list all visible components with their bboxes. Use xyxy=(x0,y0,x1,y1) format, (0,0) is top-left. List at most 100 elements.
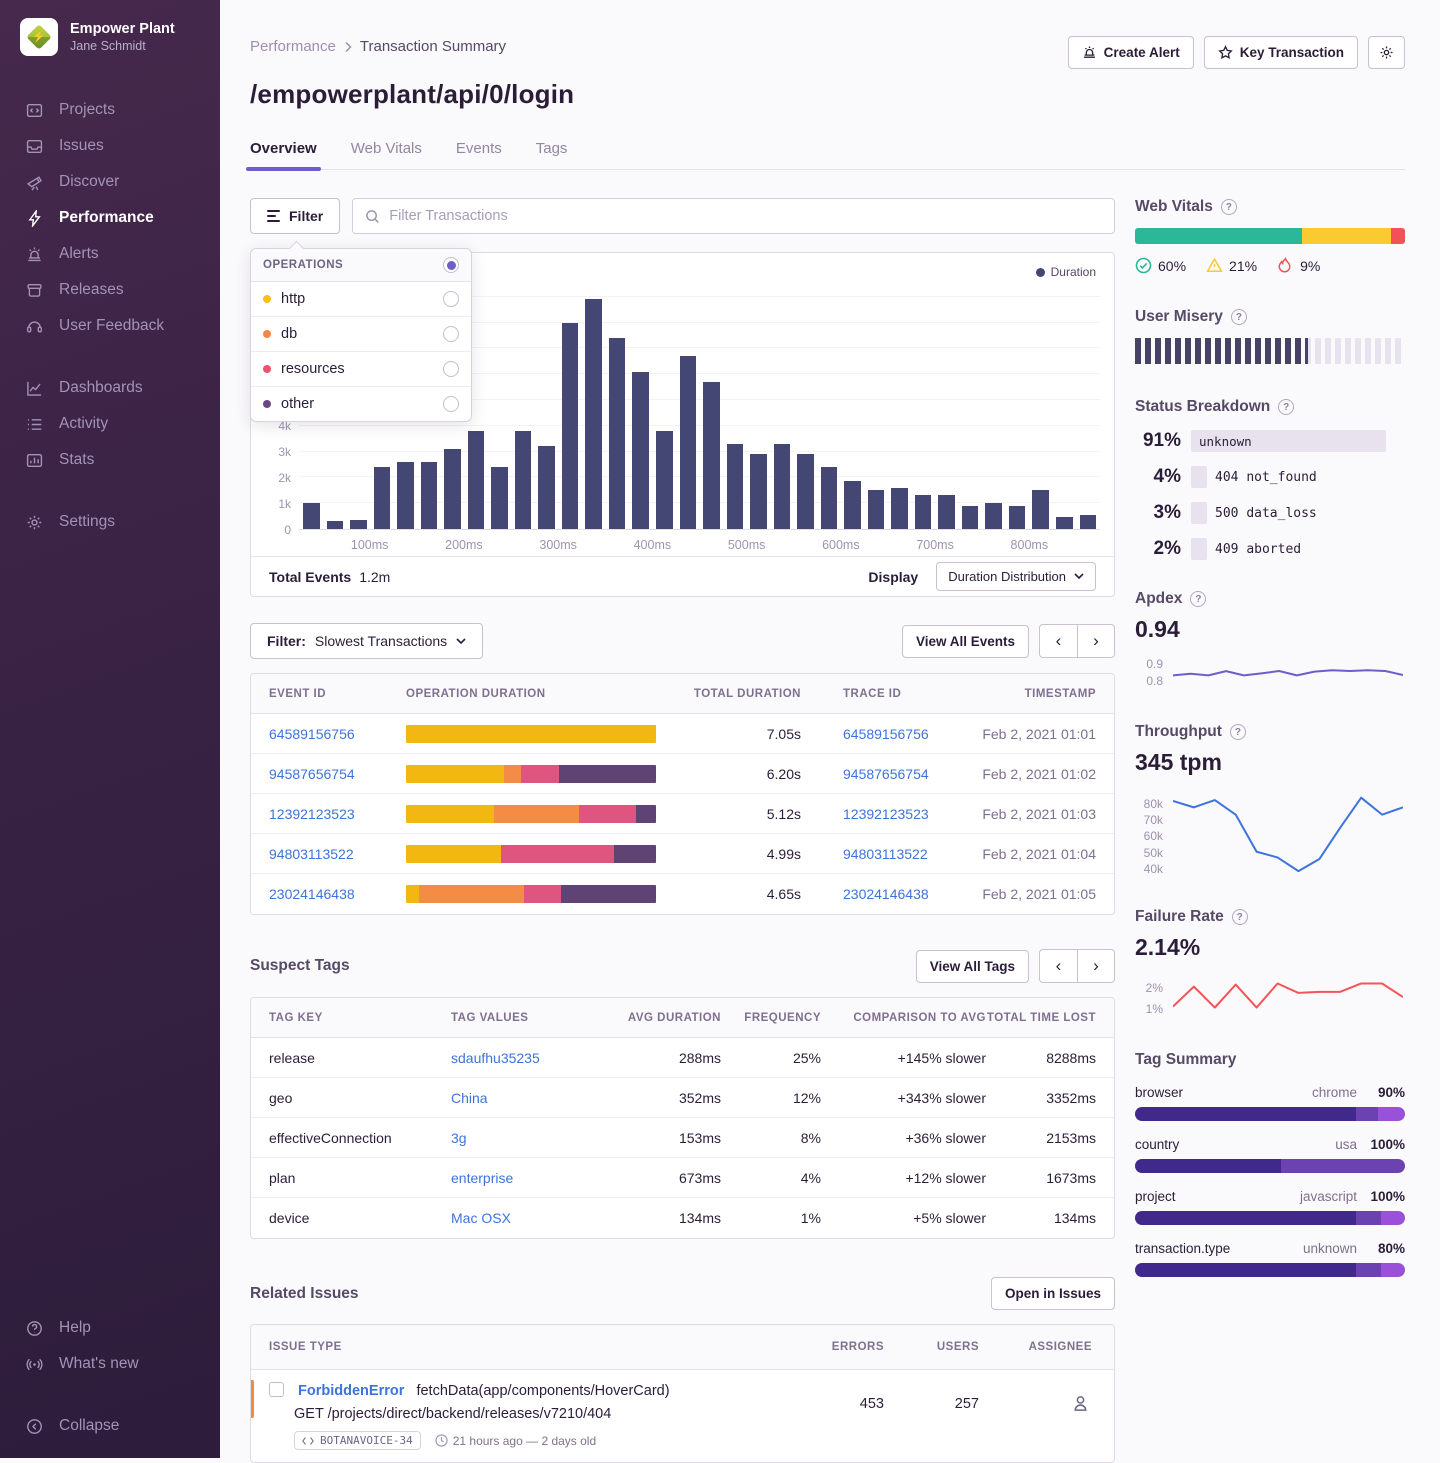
tag-value-link[interactable]: enterprise xyxy=(451,1170,513,1186)
prev-page-button[interactable]: ‹ xyxy=(1039,624,1077,658)
search-input[interactable] xyxy=(389,208,1102,224)
trace-id-link[interactable]: 94587656754 xyxy=(843,766,929,782)
histogram-bar[interactable] xyxy=(444,449,461,529)
histogram-bar[interactable] xyxy=(703,382,720,529)
histogram-bar[interactable] xyxy=(538,446,555,529)
sidebar-item-alerts[interactable]: Alerts xyxy=(0,236,220,272)
tag-value-link[interactable]: 3g xyxy=(451,1130,467,1146)
histogram-bar[interactable] xyxy=(821,467,838,529)
histogram-bar[interactable] xyxy=(774,444,791,529)
histogram-bar[interactable] xyxy=(350,520,367,529)
histogram-bar[interactable] xyxy=(1009,506,1026,529)
create-alert-button[interactable]: Create Alert xyxy=(1068,36,1194,69)
settings-button[interactable] xyxy=(1368,36,1405,69)
view-all-events-button[interactable]: View All Events xyxy=(902,625,1029,658)
breadcrumb-performance[interactable]: Performance xyxy=(250,38,336,55)
histogram-bar[interactable] xyxy=(915,495,932,529)
histogram-bar[interactable] xyxy=(727,444,744,529)
events-filter-select[interactable]: Filter: Slowest Transactions xyxy=(250,623,483,659)
histogram-bar[interactable] xyxy=(680,356,697,529)
http-radio[interactable] xyxy=(443,291,459,307)
assignee-person-icon[interactable] xyxy=(1071,1394,1090,1413)
filter-button[interactable]: Filter xyxy=(250,198,340,234)
question-icon[interactable]: ? xyxy=(1190,591,1206,607)
question-icon[interactable]: ? xyxy=(1231,309,1247,325)
histogram-bar[interactable] xyxy=(397,462,414,529)
sidebar-item-issues[interactable]: Issues xyxy=(0,128,220,164)
histogram-bar[interactable] xyxy=(750,454,767,529)
histogram-bar[interactable] xyxy=(468,431,485,529)
question-icon[interactable]: ? xyxy=(1278,399,1294,415)
histogram-bar[interactable] xyxy=(327,521,344,529)
sidebar-item-stats[interactable]: Stats xyxy=(0,442,220,478)
tab-tags[interactable]: Tags xyxy=(536,140,568,169)
other-radio[interactable] xyxy=(443,396,459,412)
operations-all-radio[interactable] xyxy=(443,257,459,273)
operations-item-other[interactable]: other xyxy=(251,387,471,421)
histogram-bar[interactable] xyxy=(844,481,861,529)
histogram-bar[interactable] xyxy=(303,503,320,529)
sidebar-item-projects[interactable]: Projects xyxy=(0,92,220,128)
trace-id-link[interactable]: 12392123523 xyxy=(843,806,929,822)
question-icon[interactable]: ? xyxy=(1232,909,1248,925)
operations-item-db[interactable]: db xyxy=(251,317,471,352)
histogram-bar[interactable] xyxy=(962,506,979,529)
histogram-bar[interactable] xyxy=(938,495,955,529)
next-page-button[interactable]: › xyxy=(1077,949,1115,983)
event-id-link[interactable]: 94803113522 xyxy=(269,846,354,862)
event-id-link[interactable]: 23024146438 xyxy=(269,886,355,902)
sidebar-item-collapse[interactable]: Collapse xyxy=(0,1408,220,1444)
operations-item-resources[interactable]: resources xyxy=(251,352,471,387)
histogram-bar[interactable] xyxy=(891,488,908,529)
histogram-bar[interactable] xyxy=(374,467,391,529)
histogram-bar[interactable] xyxy=(797,454,814,529)
histogram-bar[interactable] xyxy=(1032,490,1049,529)
trace-id-link[interactable]: 23024146438 xyxy=(843,886,929,902)
event-id-link[interactable]: 64589156756 xyxy=(269,726,355,742)
next-page-button[interactable]: › xyxy=(1077,624,1115,658)
sidebar-item-whats-new[interactable]: What's new xyxy=(0,1346,220,1382)
resources-radio[interactable] xyxy=(443,361,459,377)
prev-page-button[interactable]: ‹ xyxy=(1039,949,1077,983)
histogram-bar[interactable] xyxy=(421,462,438,529)
event-id-link[interactable]: 94587656754 xyxy=(269,766,355,782)
issue-checkbox[interactable] xyxy=(269,1382,284,1397)
sidebar-item-performance[interactable]: Performance xyxy=(0,200,220,236)
operations-item-http[interactable]: http xyxy=(251,282,471,317)
histogram-bar[interactable] xyxy=(1056,517,1073,529)
org-switcher[interactable]: Empower Plant Jane Schmidt xyxy=(0,0,220,66)
trace-id-link[interactable]: 94803113522 xyxy=(843,846,928,862)
histogram-bar[interactable] xyxy=(491,467,508,529)
histogram-bar[interactable] xyxy=(609,338,626,529)
sidebar-item-discover[interactable]: Discover xyxy=(0,164,220,200)
tab-events[interactable]: Events xyxy=(456,140,502,169)
question-icon[interactable]: ? xyxy=(1221,199,1237,215)
histogram-bar[interactable] xyxy=(562,323,579,529)
question-icon[interactable]: ? xyxy=(1230,724,1246,740)
sidebar-item-user-feedback[interactable]: User Feedback xyxy=(0,308,220,344)
sidebar-item-dashboards[interactable]: Dashboards xyxy=(0,370,220,406)
histogram-bar[interactable] xyxy=(868,490,885,529)
key-transaction-button[interactable]: Key Transaction xyxy=(1204,36,1358,69)
sidebar-item-settings[interactable]: Settings xyxy=(0,504,220,540)
histogram-bar[interactable] xyxy=(1080,515,1097,529)
histogram-bar[interactable] xyxy=(985,503,1002,529)
trace-id-link[interactable]: 64589156756 xyxy=(843,726,929,742)
tag-value-link[interactable]: China xyxy=(451,1090,488,1106)
event-id-link[interactable]: 12392123523 xyxy=(269,806,355,822)
open-in-issues-button[interactable]: Open in Issues xyxy=(991,1277,1115,1310)
sidebar-item-help[interactable]: Help xyxy=(0,1310,220,1346)
histogram-bar[interactable] xyxy=(585,299,602,529)
display-select[interactable]: Duration Distribution xyxy=(936,562,1096,591)
histogram-bar[interactable] xyxy=(656,431,673,529)
tab-overview[interactable]: Overview xyxy=(250,140,317,169)
tag-value-link[interactable]: sdaufhu35235 xyxy=(451,1050,540,1066)
histogram-bar[interactable] xyxy=(632,372,649,529)
tab-web-vitals[interactable]: Web Vitals xyxy=(351,140,422,169)
db-radio[interactable] xyxy=(443,326,459,342)
issue-error-type-link[interactable]: ForbiddenError xyxy=(298,1383,404,1399)
sidebar-item-releases[interactable]: Releases xyxy=(0,272,220,308)
view-all-tags-button[interactable]: View All Tags xyxy=(916,950,1029,983)
tag-value-link[interactable]: Mac OSX xyxy=(451,1210,511,1226)
histogram-bar[interactable] xyxy=(515,431,532,529)
